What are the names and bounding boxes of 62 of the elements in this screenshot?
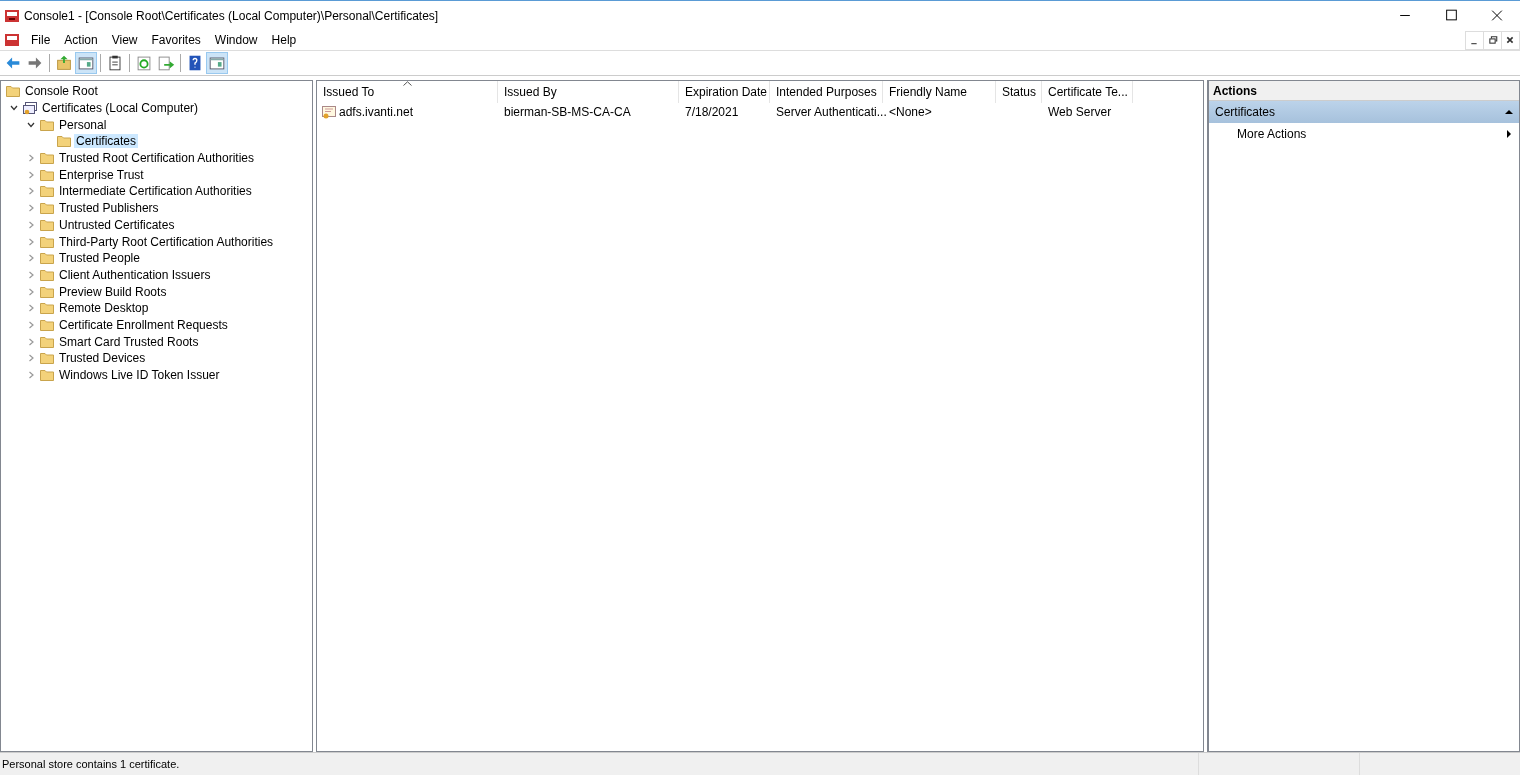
tree-item[interactable]: Certificates (Local Computer): [40, 101, 201, 116]
column-header[interactable]: Intended Purposes: [770, 81, 883, 103]
menu-item[interactable]: View: [104, 33, 145, 47]
tree-item[interactable]: Client Authentication Issuers: [57, 267, 213, 282]
column-header[interactable]: Issued By: [498, 81, 679, 103]
tree-item[interactable]: Console Root: [23, 84, 100, 99]
folder-icon: [39, 150, 55, 167]
actions-header: Actions: [1209, 81, 1519, 101]
folder-icon: [39, 250, 55, 267]
table-cell: bierman-SB-MS-CA-CA: [504, 104, 631, 119]
tree-item[interactable]: Certificate Enrollment Requests: [57, 317, 230, 332]
tree-item[interactable]: Trusted Devices: [57, 351, 148, 366]
folder-icon: [5, 83, 21, 100]
menu-item[interactable]: Window: [207, 33, 265, 47]
folder-icon: [39, 200, 55, 217]
tree-item[interactable]: Trusted People: [57, 251, 142, 266]
menu-item[interactable]: Help: [264, 33, 304, 47]
folder-icon: [39, 350, 55, 367]
action-link[interactable]: More Actions: [1237, 127, 1307, 141]
certificate-icon: [321, 103, 337, 120]
menu-item[interactable]: Favorites: [144, 33, 208, 47]
pane-toggle-icon[interactable]: [206, 52, 228, 74]
collapse-icon[interactable]: [1505, 108, 1513, 116]
tree-item[interactable]: Trusted Publishers: [57, 201, 161, 216]
folder-icon: [39, 367, 55, 384]
tree-item[interactable]: Intermediate Certification Authorities: [57, 184, 254, 199]
tree-item[interactable]: Third-Party Root Certification Authorities: [57, 234, 276, 249]
restore-icon[interactable]: [1483, 30, 1502, 50]
folder-icon: [39, 300, 55, 317]
menu-item[interactable]: File: [24, 33, 58, 47]
tree-item[interactable]: Trusted Root Certification Authorities: [57, 151, 256, 166]
tree-item[interactable]: Untrusted Certificates: [57, 217, 177, 232]
submenu-arrow-icon: [1505, 130, 1513, 138]
tree-item[interactable]: Preview Build Roots: [57, 284, 169, 299]
document-icon[interactable]: [4, 32, 20, 48]
table-cell: Web Server: [1048, 104, 1112, 119]
close-icon[interactable]: [1501, 30, 1520, 50]
tree-item[interactable]: Personal: [57, 117, 109, 132]
table-cell: 7/18/2021: [685, 104, 739, 119]
tree-toggle-icon[interactable]: [75, 52, 97, 74]
app-icon: [4, 7, 20, 24]
certificate-icon: [22, 100, 38, 117]
sort-icon: [403, 81, 412, 86]
column-header[interactable]: Certificate Te...: [1042, 81, 1133, 103]
menu-item[interactable]: Action: [57, 33, 105, 47]
column-header[interactable]: Status: [996, 81, 1042, 103]
folder-icon: [56, 133, 72, 150]
column-header[interactable]: Friendly Name: [883, 81, 996, 103]
table-cell: adfs.ivanti.net: [339, 104, 414, 119]
folder-icon: [39, 183, 55, 200]
window-title: Console1 - [Console Root\Certificates (Local Computer)\Personal\Certificates]: [24, 8, 440, 23]
column-header[interactable]: Expiration Date: [679, 81, 770, 103]
table-cell: <None>: [889, 104, 932, 119]
tree-item[interactable]: Smart Card Trusted Roots: [57, 334, 201, 349]
tree-item[interactable]: Enterprise Trust: [57, 167, 146, 182]
tree-item[interactable]: Remote Desktop: [57, 301, 151, 316]
table-cell: Server Authenticati...: [776, 104, 887, 119]
tree-item[interactable]: Certificates: [74, 134, 139, 149]
section-title[interactable]: Certificates: [1215, 105, 1276, 119]
column-header[interactable]: Issued To: [317, 81, 498, 103]
tree-item[interactable]: Windows Live ID Token Issuer: [57, 368, 222, 383]
status-text: Personal store contains 1 certificate.: [1, 758, 181, 770]
